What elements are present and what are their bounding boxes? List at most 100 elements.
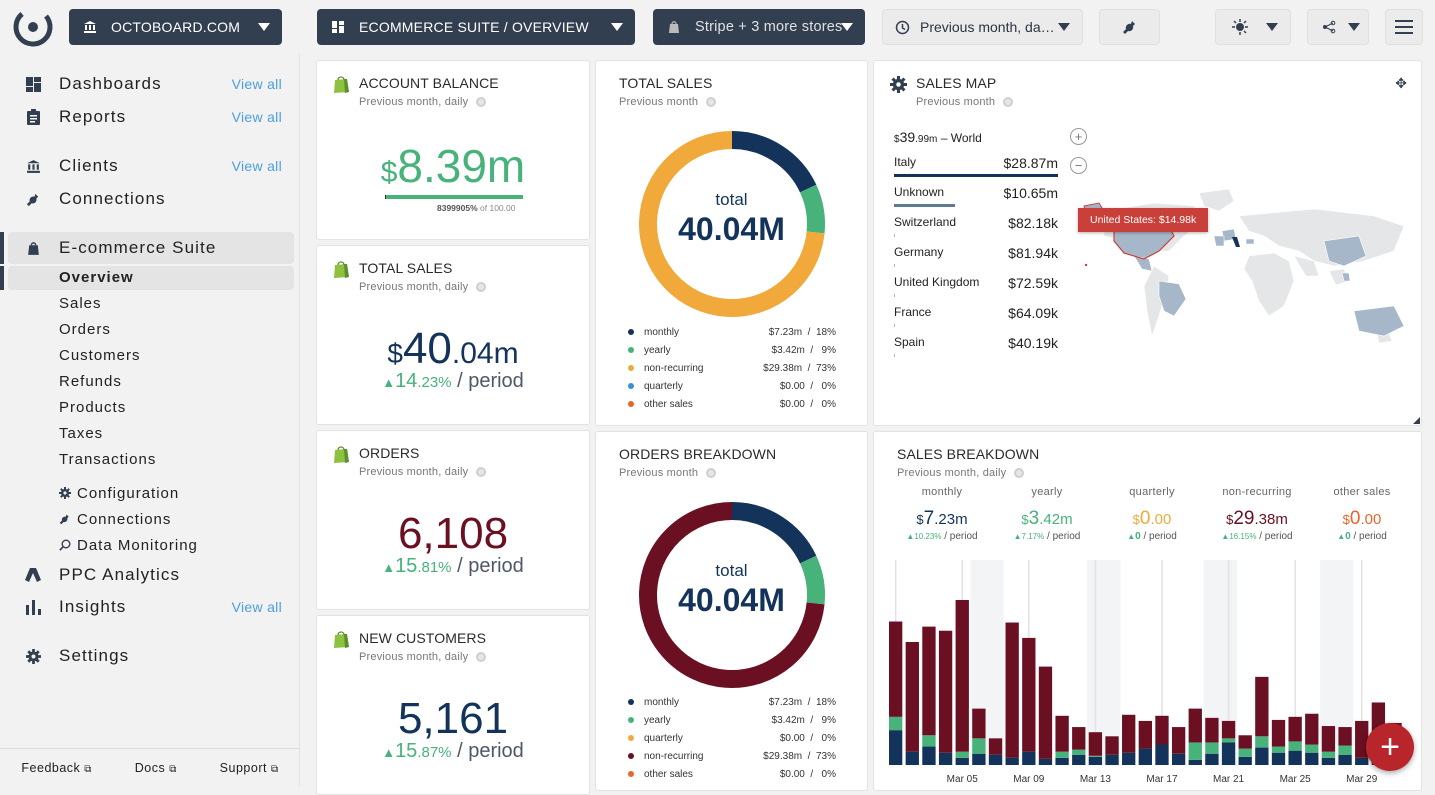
bar-monthly[interactable]: [1271, 752, 1286, 765]
sidebar-sub-customers[interactable]: Customers: [59, 345, 141, 365]
bar-non-recurring[interactable]: [1188, 708, 1202, 743]
zoom-in-button[interactable]: +: [1070, 128, 1087, 145]
docs-link[interactable]: Docs ⧉: [135, 761, 177, 775]
bar-non-recurring[interactable]: [1072, 727, 1086, 750]
bar-yearly[interactable]: [1205, 742, 1219, 754]
bar-non-recurring[interactable]: [1122, 714, 1136, 753]
dashboard-dropdown[interactable]: ECOMMERCE SUITE / OVERVIEW: [317, 9, 635, 45]
bar-non-recurring[interactable]: [1238, 735, 1252, 749]
bar-yearly[interactable]: [1305, 744, 1319, 753]
bar-monthly[interactable]: [1221, 742, 1236, 765]
sidebar-sub-transactions[interactable]: Transactions: [59, 449, 156, 469]
sidebar-item-ecommerce-suite[interactable]: E-commerce Suite: [24, 235, 294, 261]
bar-non-recurring[interactable]: [1088, 732, 1103, 756]
bar-monthly[interactable]: [1188, 759, 1202, 765]
bar-monthly[interactable]: [1255, 747, 1269, 765]
bar-non-recurring[interactable]: [1155, 715, 1169, 745]
bar-yearly[interactable]: [1188, 742, 1202, 760]
bar-non-recurring[interactable]: [889, 621, 903, 717]
bar-monthly[interactable]: [1088, 756, 1103, 765]
octoboard-logo[interactable]: [12, 6, 54, 48]
legend-item[interactable]: quarterly $0.00 / 0%: [628, 729, 836, 747]
bar-non-recurring[interactable]: [1271, 719, 1286, 747]
stores-dropdown[interactable]: Stripe + 3 more stores: [653, 9, 865, 45]
legend-item[interactable]: other sales $0.00 / 0%: [628, 395, 836, 413]
view-all-link[interactable]: View all: [232, 109, 282, 125]
bar-monthly[interactable]: [1055, 757, 1069, 765]
total-sales-kpi-widget[interactable]: TOTAL SALES Previous month, daily $40.04…: [316, 245, 590, 425]
country-row[interactable]: Switzerland $82.18k: [894, 213, 1058, 243]
legend-item[interactable]: non-recurring $29.38m / 73%: [628, 359, 836, 377]
bar-non-recurring[interactable]: [1205, 717, 1219, 743]
bar-monthly[interactable]: [972, 753, 986, 765]
bar-monthly[interactable]: [1005, 757, 1019, 765]
legend-item[interactable]: yearly $3.42m / 9%: [628, 341, 836, 359]
bar-monthly[interactable]: [1038, 758, 1053, 765]
bar-non-recurring[interactable]: [922, 626, 936, 736]
bar-monthly[interactable]: [1022, 751, 1036, 765]
legend-item[interactable]: non-recurring $29.38m / 73%: [628, 747, 836, 765]
menu-button[interactable]: [1385, 9, 1423, 45]
theme-dropdown[interactable]: [1215, 9, 1291, 45]
bar-yearly[interactable]: [889, 716, 903, 731]
gear-icon[interactable]: [890, 76, 907, 93]
bar-non-recurring[interactable]: [972, 708, 986, 739]
bar-non-recurring[interactable]: [955, 599, 969, 752]
sidebar-tool-data-monitoring[interactable]: Data Monitoring: [59, 535, 198, 555]
support-link[interactable]: Support ⧉: [220, 761, 279, 775]
bar-non-recurring[interactable]: [1022, 637, 1036, 752]
bar-non-recurring[interactable]: [1105, 736, 1119, 755]
sidebar-tool-connections[interactable]: Connections: [59, 509, 171, 529]
bar-non-recurring[interactable]: [1038, 666, 1053, 759]
bar-non-recurring[interactable]: [1171, 727, 1186, 754]
world-map[interactable]: [1074, 181, 1414, 351]
bar-monthly[interactable]: [1155, 744, 1169, 766]
bar-monthly[interactable]: [1138, 748, 1152, 765]
donut-slice-monthly[interactable]: [731, 502, 817, 564]
bar-non-recurring[interactable]: [1288, 716, 1302, 742]
bar-monthly[interactable]: [1355, 757, 1369, 765]
bar-monthly[interactable]: [922, 746, 936, 765]
bar-non-recurring[interactable]: [1055, 715, 1069, 752]
country-row[interactable]: United Kingdom $72.59k: [894, 273, 1058, 303]
bar-yearly[interactable]: [1238, 748, 1252, 757]
bar-non-recurring[interactable]: [905, 642, 919, 752]
connections-button[interactable]: [1099, 9, 1160, 45]
bar-non-recurring[interactable]: [1221, 720, 1236, 739]
bar-non-recurring[interactable]: [1255, 676, 1269, 737]
bar-non-recurring[interactable]: [938, 630, 953, 753]
period-dropdown[interactable]: Previous month, da…: [882, 9, 1083, 45]
client-dropdown[interactable]: OCTOBOARD.COM: [69, 9, 282, 45]
country-row[interactable]: France $64.09k: [894, 303, 1058, 333]
sidebar-item-clients[interactable]: Clients View all: [24, 153, 294, 179]
sidebar-tool-configuration[interactable]: Configuration: [59, 483, 179, 503]
bar-yearly[interactable]: [1288, 741, 1302, 751]
bar-yearly[interactable]: [955, 751, 969, 758]
bar-non-recurring[interactable]: [988, 738, 1003, 755]
sales-breakdown-widget[interactable]: SALES BREAKDOWN Previous month, daily mo…: [873, 431, 1422, 791]
bar-yearly[interactable]: [1255, 736, 1269, 748]
account-balance-widget[interactable]: ACCOUNT BALANCE Previous month, daily $8…: [316, 60, 590, 240]
bar-yearly[interactable]: [1088, 755, 1103, 757]
view-all-link[interactable]: View all: [232, 599, 282, 615]
legend-item[interactable]: yearly $3.42m / 9%: [628, 711, 836, 729]
bar-monthly[interactable]: [889, 730, 903, 765]
sidebar-item-insights[interactable]: Insights View all: [24, 594, 294, 620]
bar-yearly[interactable]: [922, 735, 936, 747]
bar-yearly[interactable]: [1221, 738, 1236, 743]
zoom-out-button[interactable]: −: [1070, 157, 1087, 174]
donut-slice-monthly[interactable]: [731, 131, 817, 193]
new-customers-widget[interactable]: NEW CUSTOMERS Previous month, daily 5,16…: [316, 615, 590, 795]
bar-monthly[interactable]: [1122, 752, 1136, 765]
bar-monthly[interactable]: [1238, 756, 1252, 765]
bar-yearly[interactable]: [1338, 745, 1352, 755]
bar-yearly[interactable]: [1055, 751, 1069, 758]
sidebar-item-ppc-analytics[interactable]: PPC Analytics: [24, 562, 294, 588]
bar-non-recurring[interactable]: [1321, 726, 1336, 752]
view-all-link[interactable]: View all: [232, 158, 282, 174]
bar-non-recurring[interactable]: [1305, 713, 1319, 745]
bar-monthly[interactable]: [938, 752, 953, 765]
bar-yearly[interactable]: [1271, 746, 1286, 753]
country-row[interactable]: Germany $81.94k: [894, 243, 1058, 273]
bar-monthly[interactable]: [1338, 754, 1352, 765]
